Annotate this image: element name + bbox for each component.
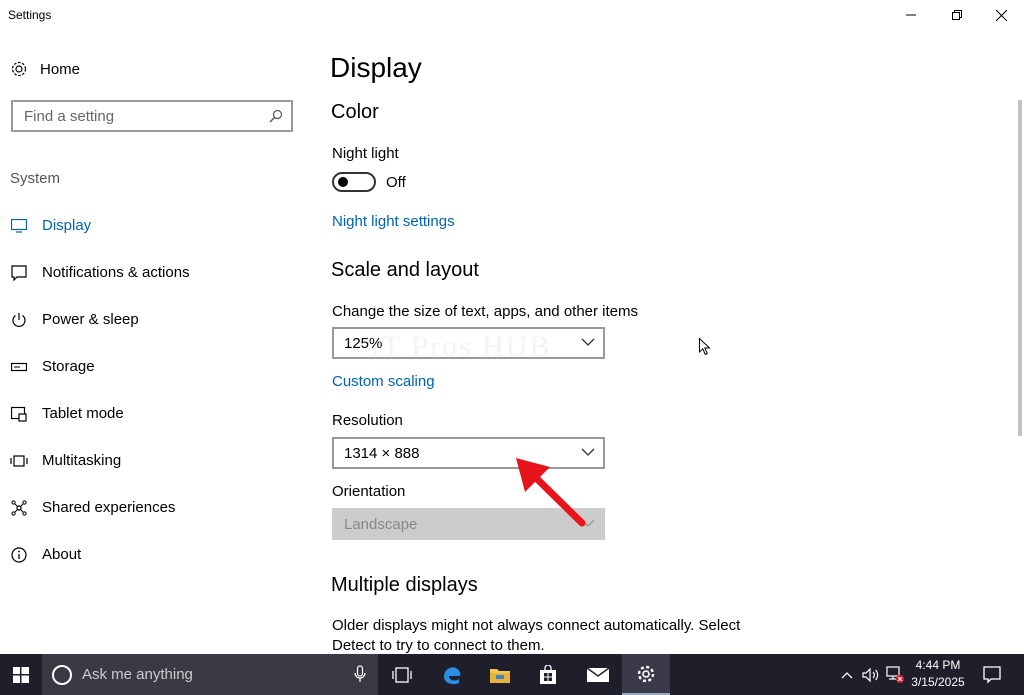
power-icon bbox=[12, 312, 26, 327]
cortana-icon bbox=[52, 664, 72, 685]
orientation-value: Landscape bbox=[344, 516, 418, 533]
watermark: IT Pros HUB bbox=[370, 330, 552, 363]
gear-icon bbox=[11, 61, 27, 77]
night-light-toggle[interactable] bbox=[332, 172, 376, 192]
color-heading: Color bbox=[331, 101, 379, 123]
gear-icon bbox=[637, 665, 655, 682]
folder-icon bbox=[490, 668, 510, 683]
home-label: Home bbox=[40, 60, 81, 78]
windows-logo-icon bbox=[13, 666, 29, 683]
resolution-label: Resolution bbox=[332, 412, 403, 429]
cortana-search[interactable]: Ask me anything bbox=[42, 654, 378, 695]
clock-time: 4:44 PM bbox=[915, 658, 961, 672]
home-nav-item[interactable]: Home bbox=[10, 60, 80, 78]
sidebar-item-label: Shared experiences bbox=[42, 499, 176, 516]
sidebar-item-multitasking[interactable]: Multitasking bbox=[0, 437, 310, 484]
mail-button[interactable] bbox=[574, 654, 622, 695]
sidebar-nav: Display Notifications & actions Power & … bbox=[0, 202, 310, 578]
resolution-value: 1314 × 888 bbox=[344, 445, 420, 462]
sidebar-item-label: Power & sleep bbox=[42, 311, 139, 328]
start-button[interactable] bbox=[0, 654, 42, 695]
sidebar-item-display[interactable]: Display bbox=[0, 202, 310, 249]
microphone-icon bbox=[354, 665, 366, 682]
share-icon bbox=[11, 499, 27, 516]
network-button[interactable] bbox=[884, 654, 906, 695]
search-input[interactable] bbox=[13, 102, 253, 130]
toggle-knob bbox=[338, 177, 348, 187]
minimize-icon bbox=[906, 14, 916, 16]
notifications-icon bbox=[983, 665, 1001, 684]
sidebar-item-label: Notifications & actions bbox=[42, 264, 190, 281]
volume-icon bbox=[862, 667, 879, 682]
network-disconnected-icon bbox=[886, 665, 904, 683]
monitor-icon bbox=[11, 218, 27, 233]
sidebar-item-label: Tablet mode bbox=[42, 405, 124, 422]
night-light-settings-link[interactable]: Night light settings bbox=[332, 213, 455, 230]
scrollbar[interactable] bbox=[1018, 100, 1022, 436]
sidebar-item-label: Multitasking bbox=[42, 452, 122, 469]
mouse-cursor-icon bbox=[699, 338, 711, 356]
edge-button[interactable] bbox=[428, 654, 476, 695]
settings-taskbar-button[interactable] bbox=[622, 654, 670, 695]
minimize-button[interactable] bbox=[888, 0, 934, 30]
sidebar-item-notifications[interactable]: Notifications & actions bbox=[0, 249, 310, 296]
sidebar-item-storage[interactable]: Storage bbox=[0, 343, 310, 390]
file-explorer-button[interactable] bbox=[476, 654, 524, 695]
restore-icon bbox=[952, 10, 962, 20]
title-bar: Settings bbox=[0, 0, 1024, 32]
sidebar-item-about[interactable]: About bbox=[0, 531, 310, 578]
section-label-system: System bbox=[10, 170, 61, 187]
clock-date: 3/15/2025 bbox=[911, 675, 965, 689]
task-view-icon bbox=[392, 666, 412, 683]
tablet-icon bbox=[11, 406, 27, 422]
info-icon bbox=[11, 546, 27, 563]
message-icon bbox=[11, 264, 27, 281]
store-icon bbox=[540, 664, 556, 684]
restore-button[interactable] bbox=[934, 0, 980, 30]
scale-heading: Scale and layout bbox=[331, 259, 479, 281]
mail-icon bbox=[586, 666, 610, 682]
search-box[interactable] bbox=[11, 100, 293, 132]
night-light-label: Night light bbox=[332, 145, 399, 162]
sidebar-item-label: Storage bbox=[42, 358, 95, 375]
custom-scaling-link[interactable]: Custom scaling bbox=[332, 373, 435, 390]
sidebar-item-shared[interactable]: Shared experiences bbox=[0, 484, 310, 531]
taskbar: Ask me anything 4:44 PM 3/15/2025 bbox=[0, 654, 1024, 695]
search-icon bbox=[269, 109, 283, 123]
action-center-button[interactable] bbox=[980, 654, 1004, 695]
store-button[interactable] bbox=[524, 654, 572, 695]
size-label: Change the size of text, apps, and other… bbox=[332, 303, 639, 320]
sidebar-item-tablet[interactable]: Tablet mode bbox=[0, 390, 310, 437]
volume-button[interactable] bbox=[860, 654, 882, 695]
chevron-up-icon bbox=[841, 671, 853, 678]
page-title: Display bbox=[330, 52, 422, 83]
chevron-down-icon bbox=[581, 338, 595, 346]
multiple-displays-description: Older displays might not always connect … bbox=[332, 617, 741, 654]
storage-icon bbox=[11, 362, 27, 371]
task-view-button[interactable] bbox=[378, 654, 426, 695]
sidebar: Home System Display Notifications & acti… bbox=[0, 32, 310, 654]
sidebar-item-power[interactable]: Power & sleep bbox=[0, 296, 310, 343]
orientation-label: Orientation bbox=[332, 483, 406, 500]
multitask-icon bbox=[10, 454, 28, 467]
sidebar-item-label: Display bbox=[42, 217, 92, 234]
sidebar-item-label: About bbox=[42, 546, 82, 563]
multiple-displays-heading: Multiple displays bbox=[331, 574, 478, 596]
cortana-search-text: Ask me anything bbox=[82, 666, 193, 683]
edge-icon bbox=[444, 666, 461, 684]
clock[interactable]: 4:44 PM 3/15/2025 bbox=[905, 657, 971, 691]
show-hidden-icons-button[interactable] bbox=[838, 654, 856, 695]
night-light-state: Off bbox=[386, 174, 406, 191]
close-button[interactable] bbox=[978, 0, 1024, 30]
annotation-arrow-icon bbox=[516, 458, 586, 527]
window-title: Settings bbox=[8, 8, 52, 22]
close-icon bbox=[995, 9, 1007, 21]
